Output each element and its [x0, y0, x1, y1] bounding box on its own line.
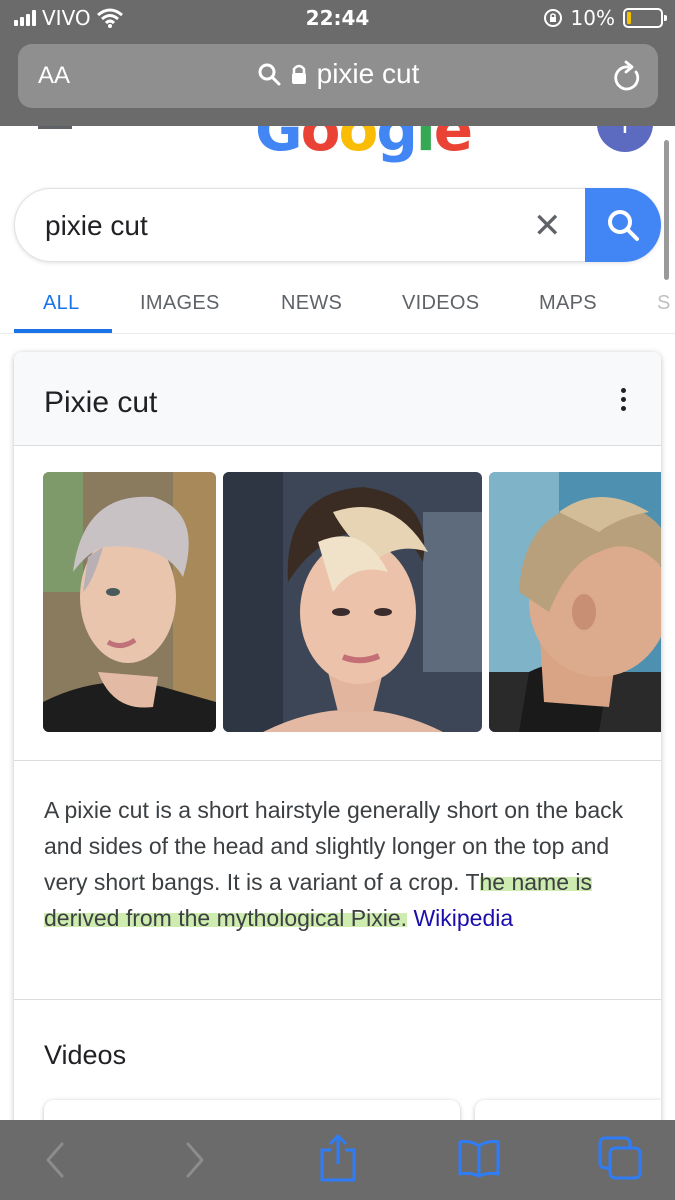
tab-maps[interactable]: MAPS: [539, 292, 597, 315]
address-bar[interactable]: AA pixie cut: [18, 44, 658, 108]
divider: [14, 760, 661, 761]
knowledge-panel-header: Pixie cut: [14, 352, 661, 446]
tab-all[interactable]: ALL: [43, 292, 80, 315]
search-button[interactable]: [585, 188, 661, 262]
active-tab-indicator: [14, 329, 112, 333]
tab-news[interactable]: NEWS: [281, 292, 342, 315]
google-header: Google T: [0, 126, 675, 166]
divider: [14, 999, 661, 1000]
url-text: pixie cut: [316, 58, 420, 89]
hairstyle-photo-1: [43, 472, 216, 732]
hairstyle-photo-3: [489, 472, 661, 732]
wikipedia-link[interactable]: Wikipedia: [413, 905, 513, 931]
clear-icon[interactable]: ✕: [533, 209, 562, 243]
google-logo[interactable]: Google: [255, 126, 473, 164]
tab-videos[interactable]: VIDEOS: [402, 292, 479, 315]
reload-icon[interactable]: [612, 60, 642, 92]
share-icon[interactable]: [318, 1134, 358, 1182]
menu-icon[interactable]: [38, 126, 72, 140]
search-input[interactable]: pixie cut: [45, 210, 148, 242]
hairstyle-photo-2: [223, 472, 482, 732]
tabs-icon[interactable]: [598, 1136, 644, 1182]
image-thumbnail-2[interactable]: [223, 472, 482, 732]
forward-icon[interactable]: [182, 1140, 208, 1180]
account-avatar[interactable]: T: [597, 126, 653, 152]
battery-icon: [623, 8, 667, 28]
browser-toolbar: [0, 1120, 675, 1200]
search-box[interactable]: pixie cut ✕: [14, 188, 661, 262]
orientation-lock-icon: [543, 9, 562, 27]
bookmarks-icon[interactable]: [456, 1138, 502, 1178]
tab-shopping[interactable]: S: [657, 292, 671, 315]
status-bar: VIVO 22:44 10%: [0, 0, 675, 36]
scrollbar[interactable]: [664, 140, 669, 280]
knowledge-panel-description: A pixie cut is a short hairstyle general…: [44, 792, 644, 936]
browser-address-area: AA pixie cut: [0, 36, 675, 126]
back-icon[interactable]: [42, 1140, 68, 1180]
image-thumbnail-1[interactable]: [43, 472, 216, 732]
knowledge-panel: Pixie cut A pixie cut is a short hairsty…: [14, 352, 661, 1132]
search-tabs: ALL IMAGES NEWS VIDEOS MAPS S: [0, 280, 675, 334]
search-icon: [258, 63, 281, 86]
search-icon: [608, 210, 639, 241]
battery-percent: 10%: [570, 6, 615, 30]
more-options-icon[interactable]: [621, 388, 627, 415]
image-thumbnail-3[interactable]: [489, 472, 661, 732]
lock-icon: [291, 64, 306, 84]
knowledge-panel-title: Pixie cut: [44, 386, 158, 419]
videos-heading: Videos: [44, 1040, 127, 1070]
tab-images[interactable]: IMAGES: [140, 292, 220, 315]
